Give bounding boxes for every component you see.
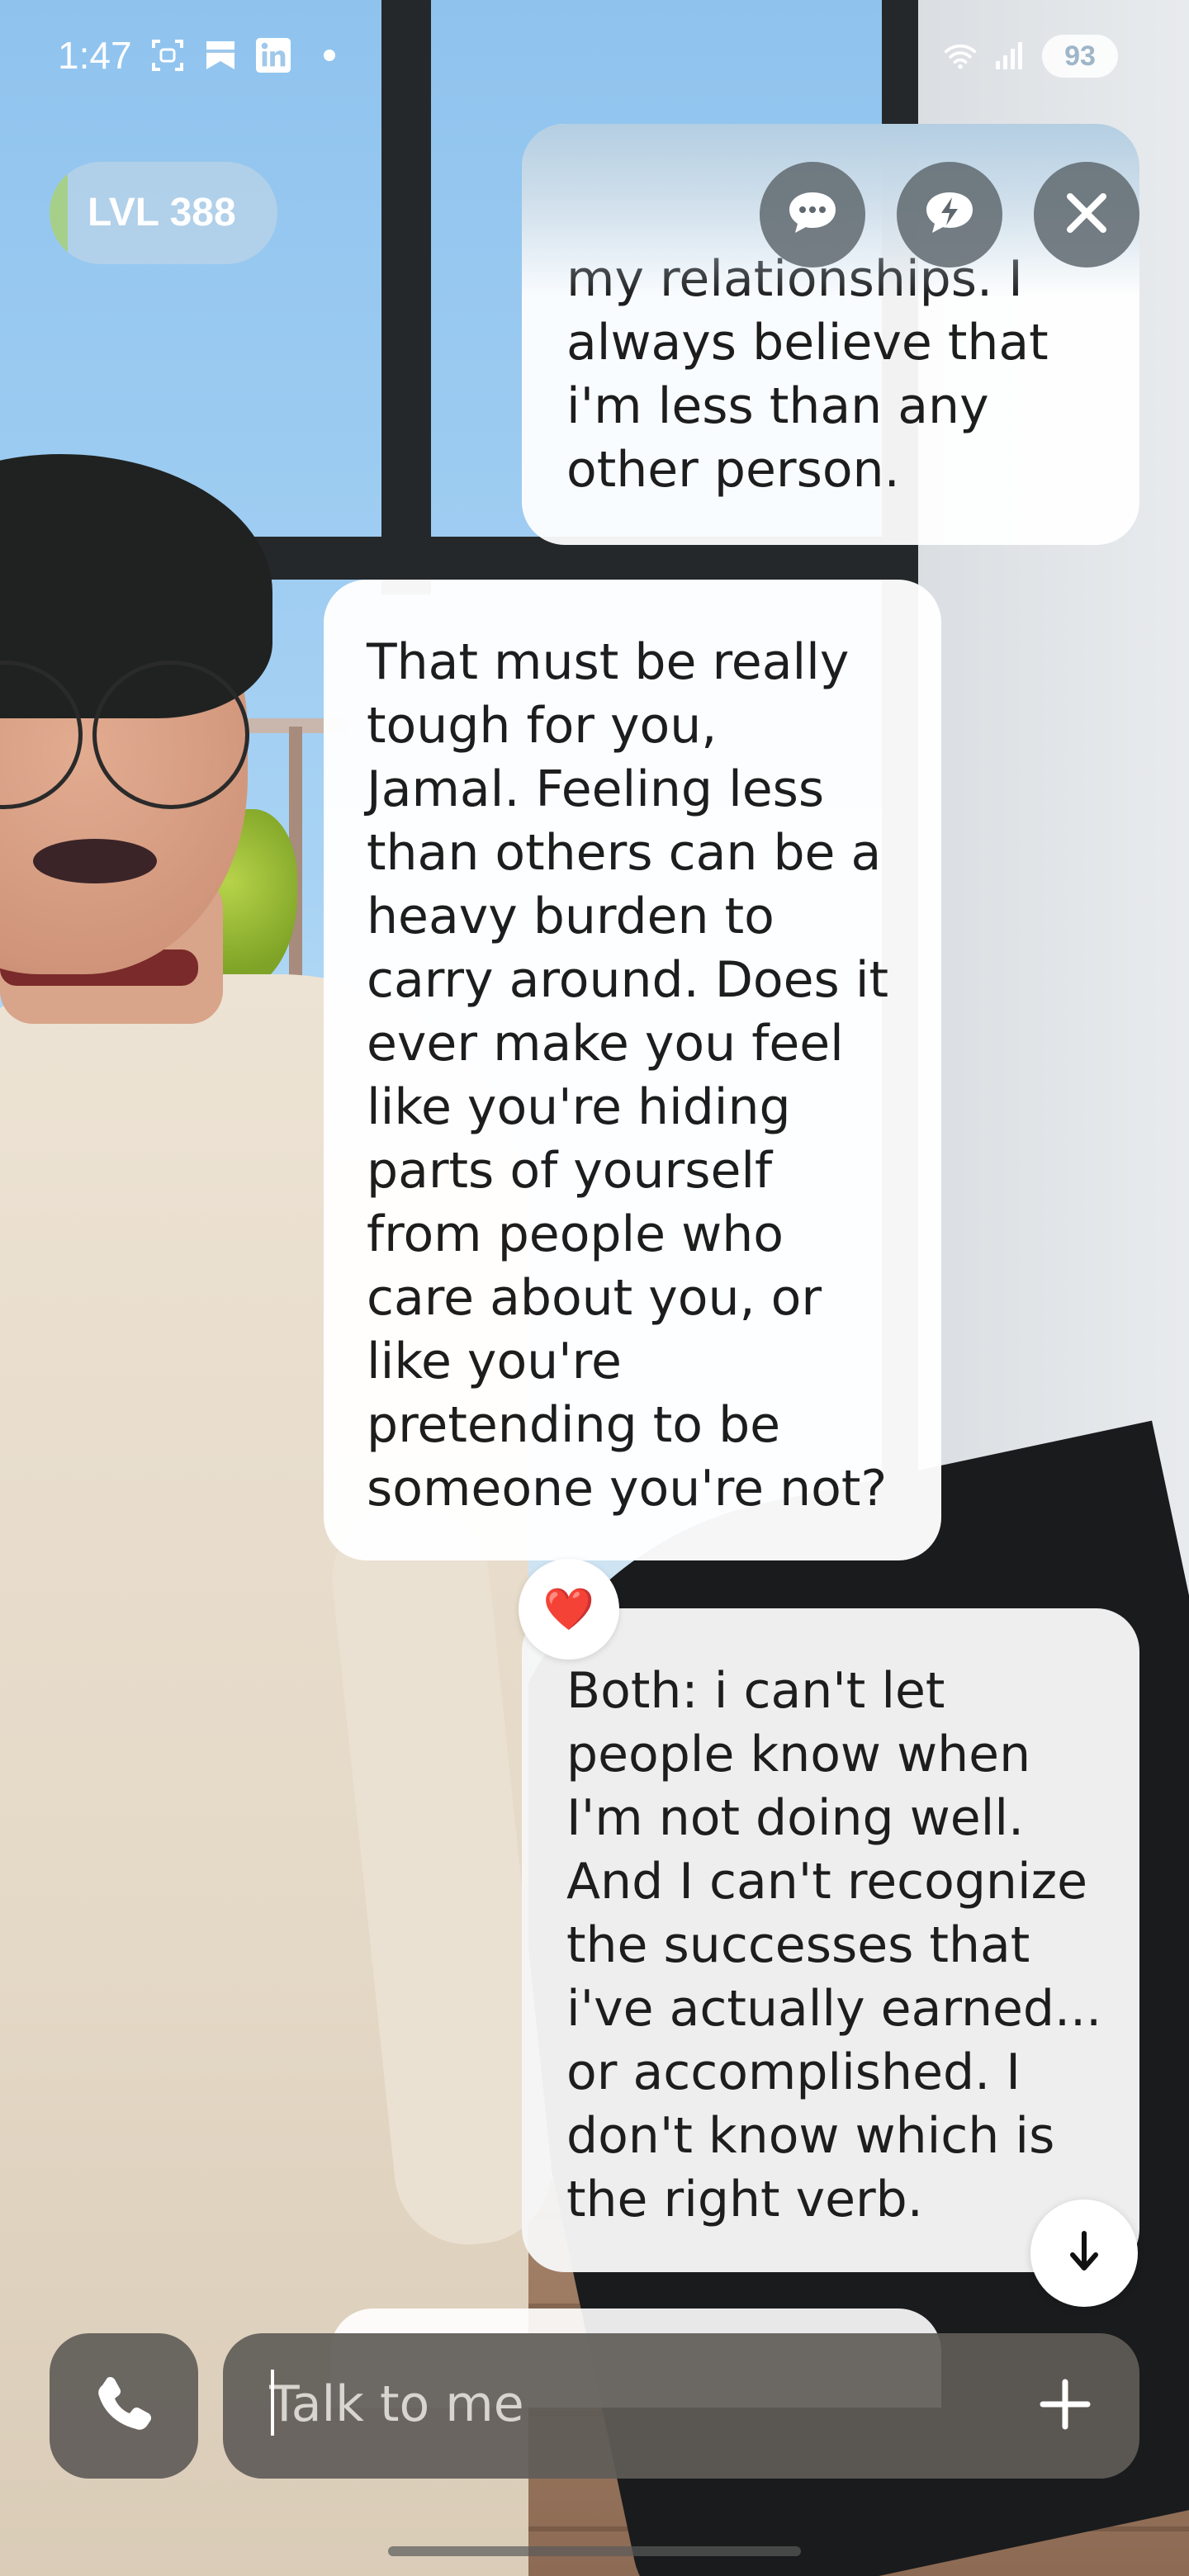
arrow-down-icon: [1066, 2230, 1102, 2276]
avatar-glasses: [92, 661, 249, 809]
phone-icon: [92, 2373, 155, 2439]
heart-reaction-badge[interactable]: ❤️: [519, 1559, 619, 1660]
call-button[interactable]: [50, 2333, 198, 2479]
chat-icon: [786, 189, 839, 240]
message-composer: [223, 2333, 1139, 2479]
scroll-down-button[interactable]: [1030, 2200, 1138, 2307]
screenshot-icon: [150, 38, 185, 73]
notification-dot: [324, 50, 335, 61]
message-input[interactable]: [269, 2363, 1012, 2446]
heart-icon: ❤️: [542, 1584, 595, 1633]
chat-button[interactable]: [760, 162, 865, 268]
wifi-icon: [943, 38, 978, 73]
signal-icon: [992, 38, 1027, 73]
user-message-bubble: Both: i can't let people know when I'm n…: [522, 1608, 1139, 2272]
home-indicator[interactable]: [388, 2546, 801, 2556]
ai-message-bubble: That must be really tough for you, Jamal…: [324, 580, 941, 1560]
avatar-lips: [33, 839, 157, 883]
message-text: That must be really tough for you, Jamal…: [367, 633, 889, 1518]
plus-icon: [1040, 2379, 1091, 2433]
quick-reply-button[interactable]: [897, 162, 1002, 268]
status-time: 1:47: [58, 34, 132, 77]
status-bar: 1:47 93: [0, 0, 1189, 107]
add-attachment-button[interactable]: [1032, 2373, 1098, 2439]
battery-indicator: 93: [1042, 35, 1118, 78]
text-cursor: [271, 2370, 274, 2436]
level-badge[interactable]: LVL 388: [50, 162, 277, 264]
linkedin-icon: [256, 38, 291, 73]
close-button[interactable]: [1034, 162, 1139, 268]
bookmark-icon: [203, 38, 238, 73]
close-icon: [1063, 190, 1110, 239]
quick-reply-icon: [923, 189, 976, 240]
message-text: Both: i can't let people know when I'm n…: [566, 1662, 1102, 2228]
level-label: LVL 388: [88, 191, 236, 234]
